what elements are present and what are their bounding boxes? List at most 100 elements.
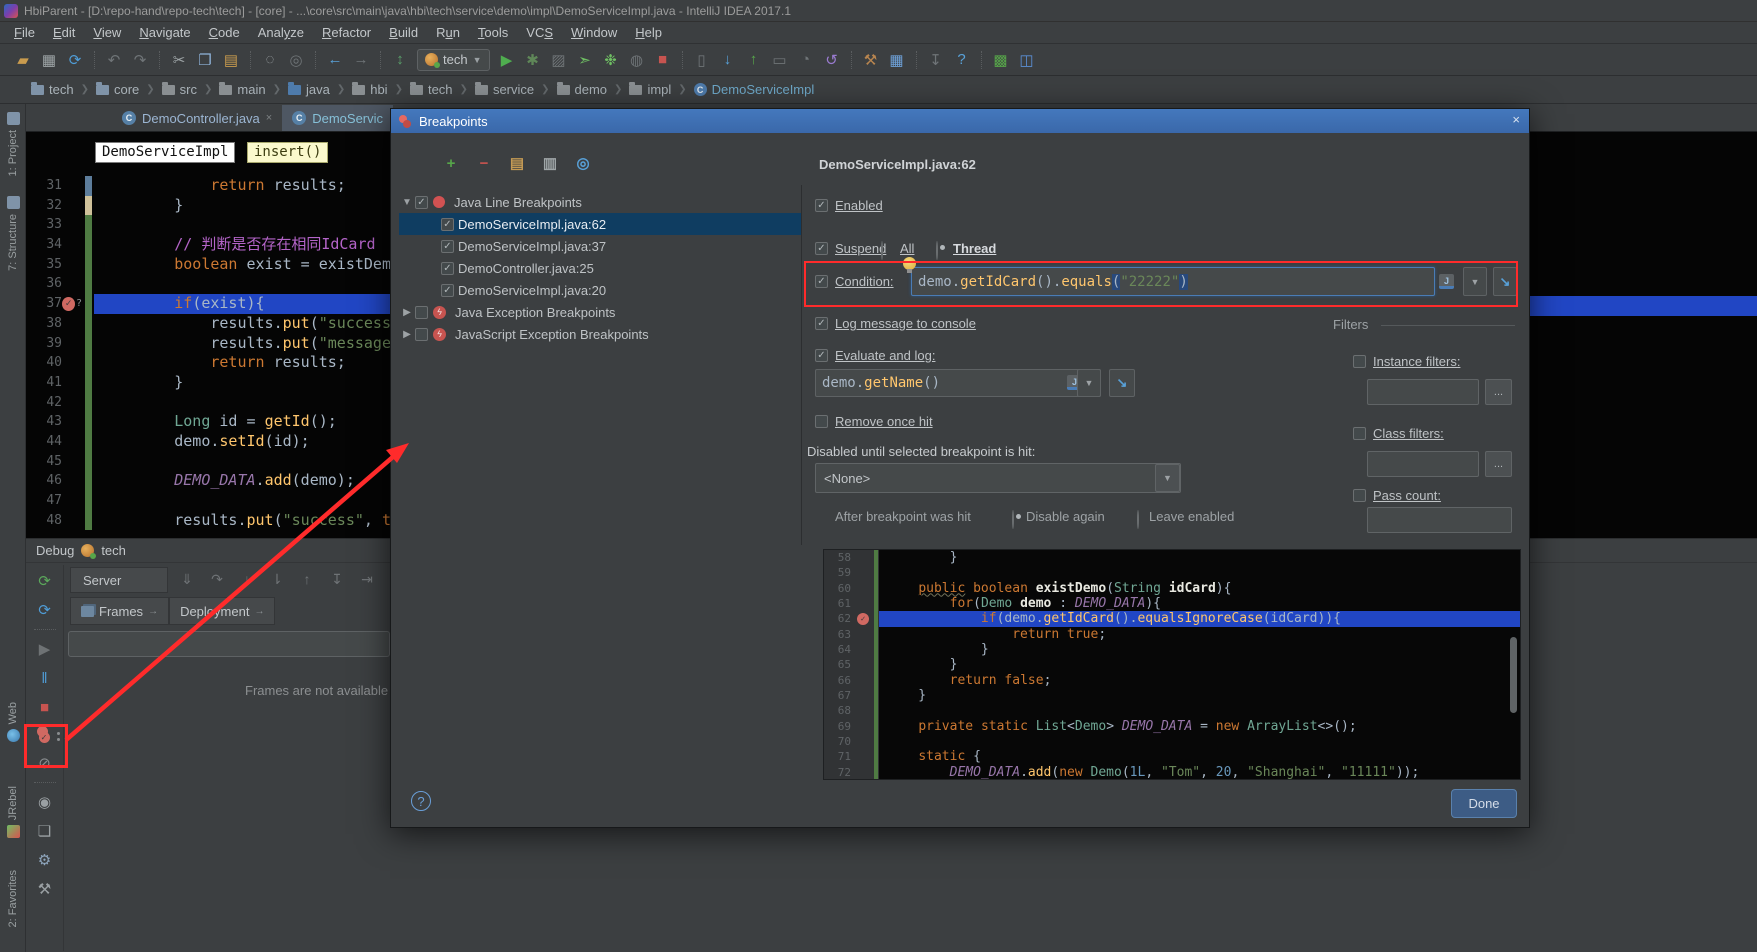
project-structure-icon[interactable]: ▦: [884, 49, 910, 71]
line-number[interactable]: 45: [26, 452, 62, 472]
copy-icon[interactable]: ❐: [192, 49, 218, 71]
line-number[interactable]: 70: [824, 734, 854, 749]
tree-row-demoserviceimpl-java-37[interactable]: ✓DemoServiceImpl.java:37: [399, 235, 801, 257]
forward-icon[interactable]: →: [348, 49, 374, 71]
group-by-class-icon[interactable]: ▥: [540, 153, 560, 173]
line-number[interactable]: 69: [824, 719, 854, 734]
disable-again-radio[interactable]: [1012, 510, 1014, 529]
menu-item-tools[interactable]: Tools: [470, 23, 516, 42]
download-sources-icon[interactable]: ↧: [923, 49, 949, 71]
debug-icon[interactable]: ✱: [520, 49, 546, 71]
settings-gear-icon[interactable]: ⚙: [34, 850, 56, 870]
sync-icon[interactable]: ⟳: [62, 49, 88, 71]
force-step-into-icon[interactable]: ⇂: [266, 569, 288, 589]
close-icon[interactable]: ×: [266, 112, 272, 124]
pass-count-checkbox[interactable]: [1353, 489, 1366, 502]
help-button[interactable]: ?: [411, 791, 431, 811]
menu-item-view[interactable]: View: [85, 23, 129, 42]
breadcrumb-item-java[interactable]: java: [285, 80, 333, 99]
sidebar-item-web[interactable]: Web: [0, 702, 26, 742]
tree-checkbox[interactable]: ✓: [441, 218, 454, 231]
history-icon[interactable]: ◔: [793, 49, 819, 71]
run-icon[interactable]: ▶: [494, 49, 520, 71]
line-number[interactable]: 60: [824, 581, 854, 596]
line-number[interactable]: 35: [26, 255, 62, 275]
line-number[interactable]: 36: [26, 274, 62, 294]
frames-combo[interactable]: [68, 631, 390, 657]
jrebel-debug-icon[interactable]: ❉: [598, 49, 624, 71]
leave-enabled-radio[interactable]: [1137, 510, 1139, 529]
redo-icon[interactable]: ↷: [127, 49, 153, 71]
menu-item-vcs[interactable]: VCS: [518, 23, 561, 42]
group-by-package-icon[interactable]: ◎: [573, 153, 593, 173]
menu-item-navigate[interactable]: Navigate: [131, 23, 198, 42]
dialog-title-bar[interactable]: Breakpoints ×: [391, 109, 1529, 133]
sidebar-item-favorites[interactable]: 2: Favorites: [0, 870, 26, 927]
thread-dump-icon[interactable]: ◉: [34, 792, 56, 812]
tab-frames[interactable]: Frames→: [70, 597, 169, 625]
line-number[interactable]: 67: [824, 688, 854, 703]
menu-item-file[interactable]: File: [6, 23, 43, 42]
show-execution-point-icon[interactable]: ⇓: [176, 569, 198, 589]
breakpoint-icon[interactable]: ✓: [854, 611, 872, 626]
chevron-down-icon[interactable]: ▼: [1155, 464, 1180, 492]
device-icon[interactable]: ▯: [689, 49, 715, 71]
class-filters-input[interactable]: [1367, 451, 1479, 477]
breadcrumb-item-demo[interactable]: demo: [554, 80, 611, 99]
breadcrumb-item-demoserviceimpl[interactable]: CDemoServiceImpl: [691, 80, 818, 99]
resume-icon[interactable]: ▶: [34, 639, 56, 659]
menu-item-run[interactable]: Run: [428, 23, 468, 42]
line-number[interactable]: 62: [824, 611, 854, 626]
line-number[interactable]: 72: [824, 765, 854, 780]
line-number[interactable]: 43: [26, 412, 62, 432]
vcs-commit-icon[interactable]: ↑: [741, 49, 767, 71]
line-number[interactable]: 48: [26, 511, 62, 531]
breakpoint-icon[interactable]: ✓?: [62, 294, 82, 314]
line-number[interactable]: 65: [824, 657, 854, 672]
tree-checkbox[interactable]: ✓: [441, 240, 454, 253]
scrollbar-thumb[interactable]: [1510, 637, 1517, 713]
completion-hint-method[interactable]: insert(): [247, 142, 328, 163]
breadcrumb-item-main[interactable]: main: [216, 80, 268, 99]
stop-icon[interactable]: ■: [34, 697, 56, 717]
breadcrumb-item-tech[interactable]: tech: [407, 80, 456, 99]
sidebar-item-structure[interactable]: 7: Structure: [0, 196, 26, 271]
settings-wrench-icon[interactable]: ⚒: [858, 49, 884, 71]
tree-row-javascript-exception-breakpoints[interactable]: ▶ϟJavaScript Exception Breakpoints: [399, 323, 801, 345]
done-button[interactable]: Done: [1451, 789, 1517, 818]
tree-checkbox[interactable]: ✓: [441, 284, 454, 297]
tree-row-java-exception-breakpoints[interactable]: ▶ϟJava Exception Breakpoints: [399, 301, 801, 323]
remove-breakpoint-icon[interactable]: −: [474, 153, 494, 173]
evaluate-checkbox[interactable]: ✓: [815, 349, 828, 362]
run-to-cursor-icon[interactable]: ⇥: [356, 569, 378, 589]
evaluate-input[interactable]: demo.getName(): [815, 369, 1101, 397]
line-number[interactable]: 32: [26, 196, 62, 216]
breakpoint-code-preview[interactable]: 58 }5960 public boolean existDemo(String…: [823, 549, 1521, 780]
tree-row-demoserviceimpl-java-62[interactable]: ✓DemoServiceImpl.java:62: [399, 213, 801, 235]
suspend-checkbox[interactable]: ✓: [815, 242, 828, 255]
menu-item-code[interactable]: Code: [201, 23, 248, 42]
paste-icon[interactable]: ▤: [218, 49, 244, 71]
tree-checkbox[interactable]: ✓: [441, 262, 454, 275]
breadcrumb-item-impl[interactable]: impl: [626, 80, 674, 99]
line-number[interactable]: 46: [26, 471, 62, 491]
revert-icon[interactable]: ↺: [819, 49, 845, 71]
coverage-icon[interactable]: ▨: [546, 49, 572, 71]
back-icon[interactable]: ←: [322, 49, 348, 71]
log-message-checkbox[interactable]: ✓: [815, 317, 828, 330]
expand-editor-icon[interactable]: ↘: [1109, 369, 1135, 397]
step-out-icon[interactable]: ↑: [296, 569, 318, 589]
line-number[interactable]: 38: [26, 314, 62, 334]
line-number[interactable]: 33: [26, 215, 62, 235]
refresh-icon[interactable]: ⟳: [34, 600, 56, 620]
chevron-collapsed-icon[interactable]: ▶: [399, 329, 415, 340]
jrebel-run-icon[interactable]: ➣: [572, 49, 598, 71]
line-number[interactable]: 39: [26, 334, 62, 354]
tab-server[interactable]: Server: [70, 567, 168, 593]
group-by-file-icon[interactable]: ▤: [507, 153, 527, 173]
line-number[interactable]: 37: [26, 294, 62, 314]
plugin-icon[interactable]: ▩: [988, 49, 1014, 71]
restore-layout-icon[interactable]: ❏: [34, 821, 56, 841]
idea-jump-icon[interactable]: ◫: [1014, 49, 1040, 71]
replace-icon[interactable]: ◎: [283, 49, 309, 71]
